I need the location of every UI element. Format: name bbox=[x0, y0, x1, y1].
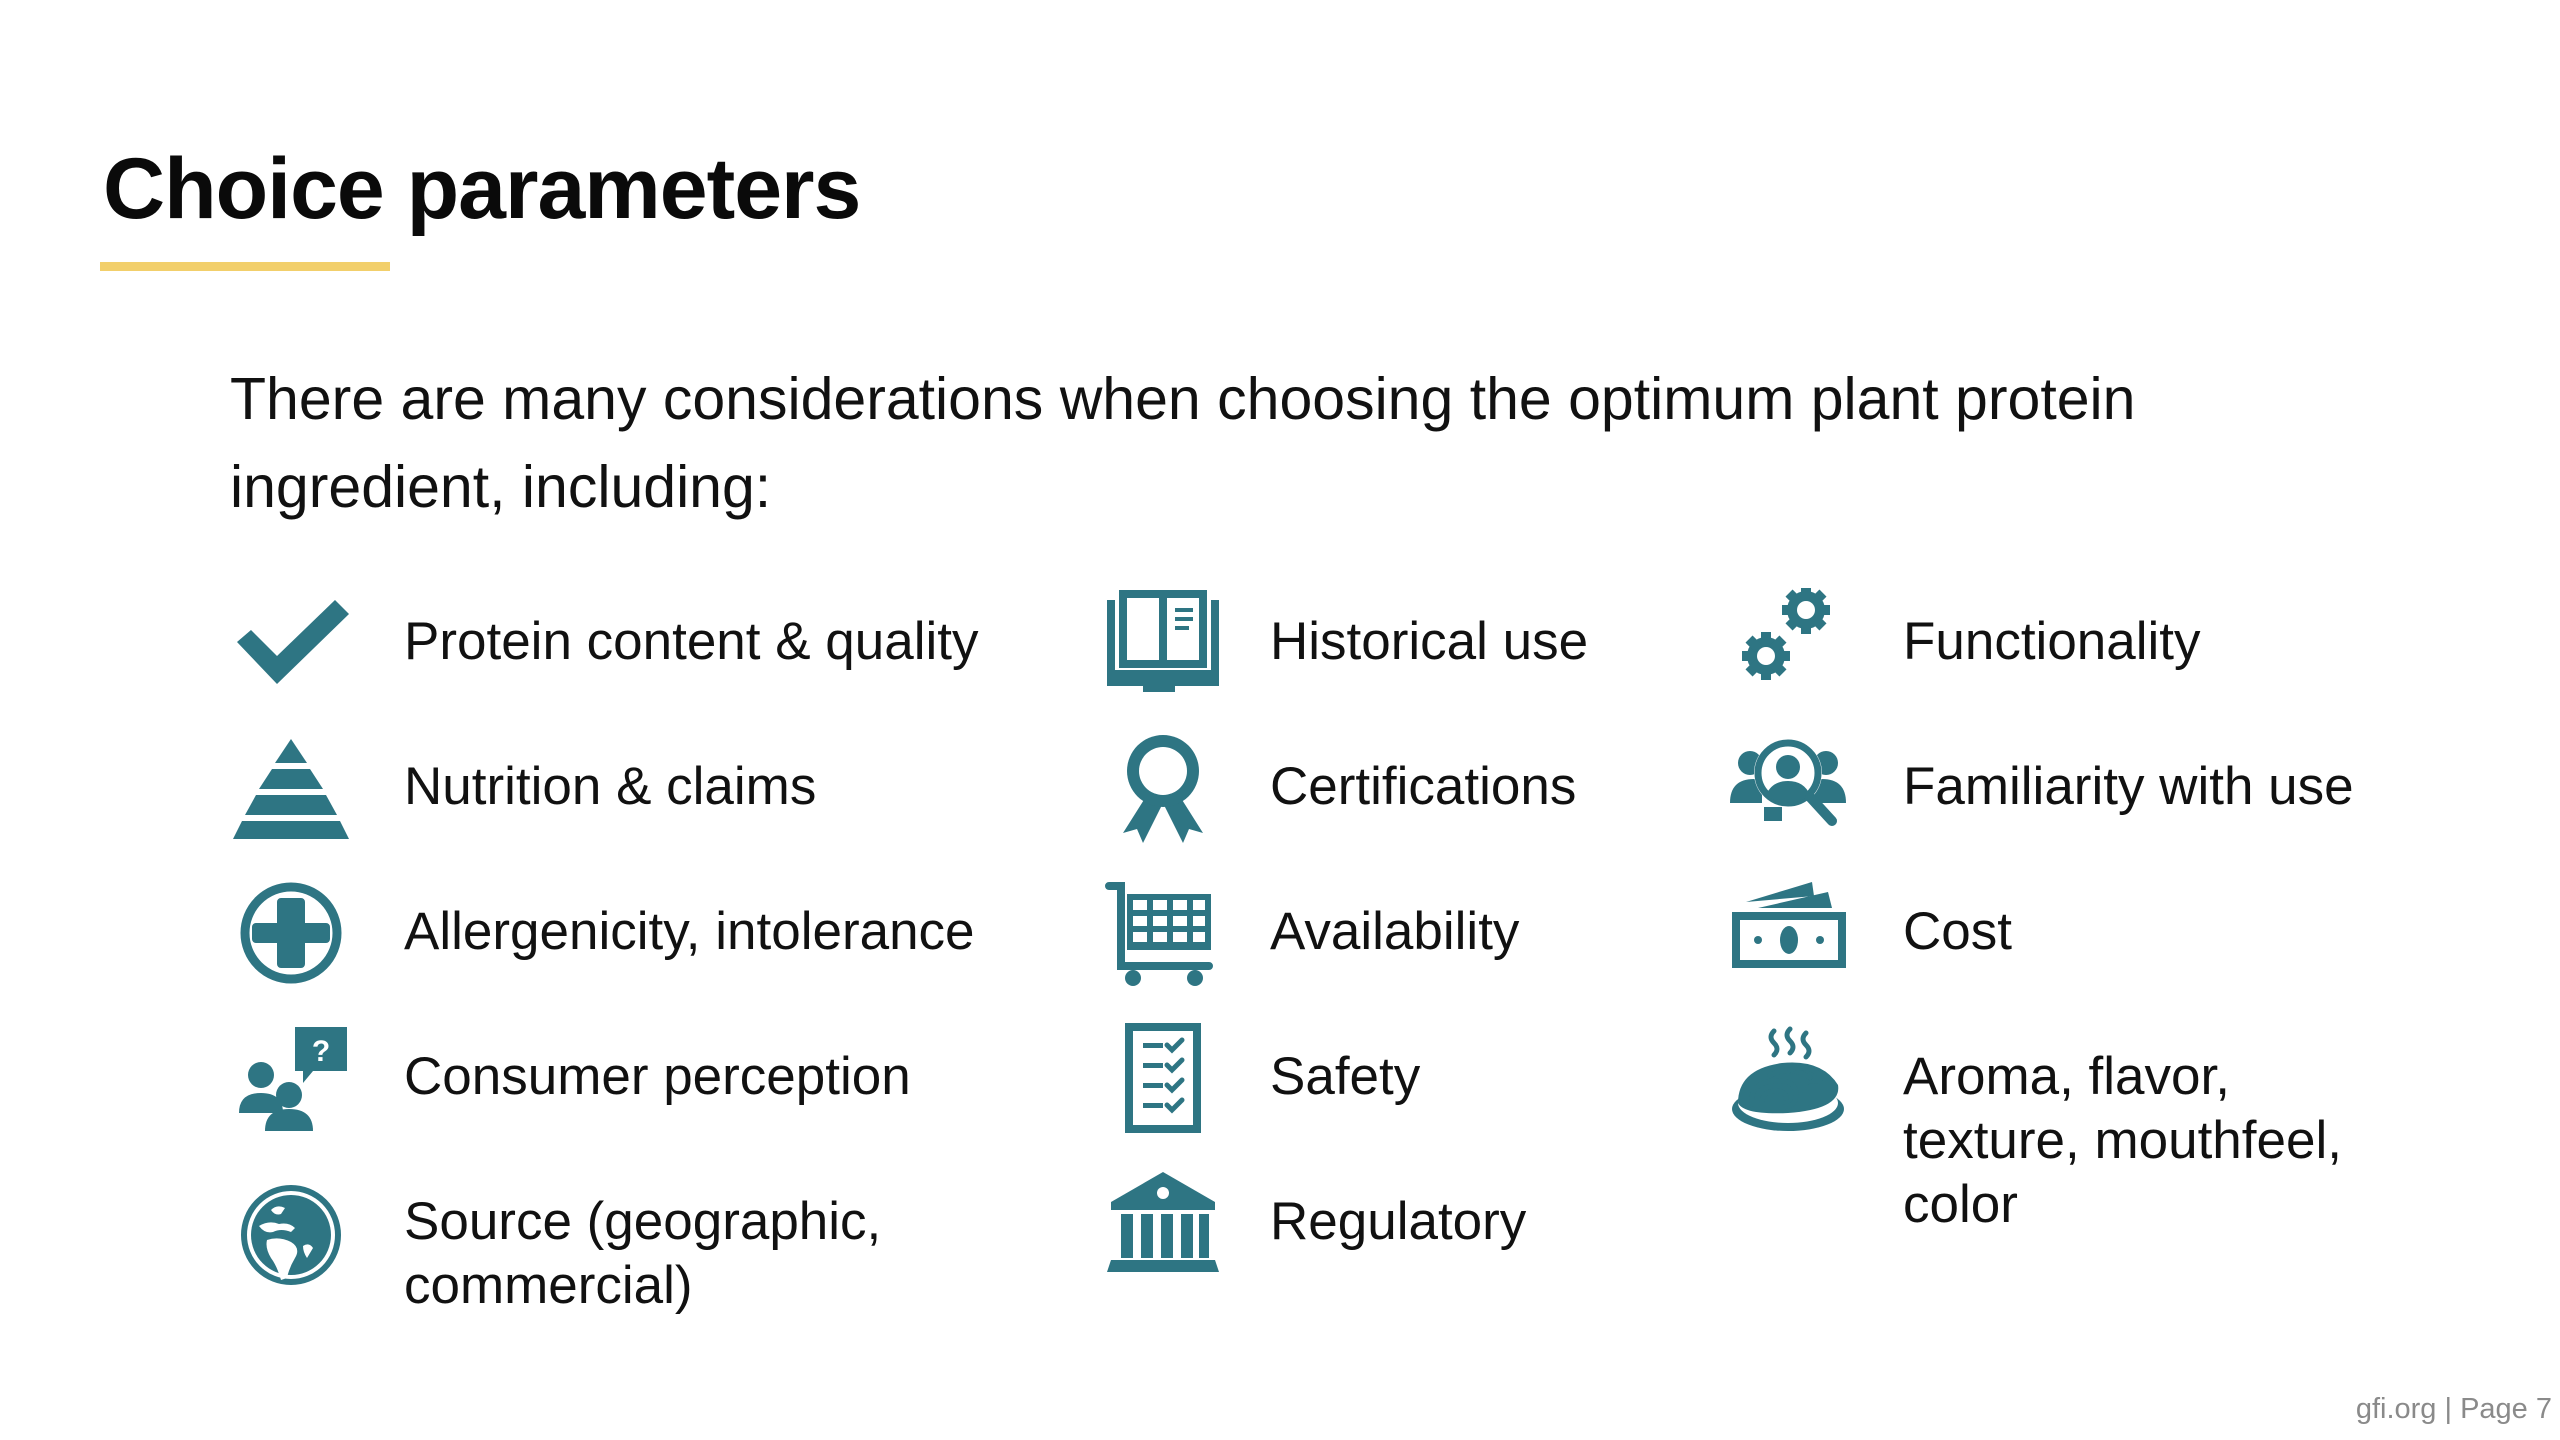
parameter-label: Aroma, flavor, texture, mouthfeel, color bbox=[1903, 1047, 2342, 1234]
parameters-grid: Protein content & quality Nutrition & cl… bbox=[0, 0, 2560, 1440]
steaming-food-icon bbox=[1725, 1025, 1851, 1135]
money-bills-icon bbox=[1725, 878, 1851, 988]
parameter-item: ? Consumer perception bbox=[228, 1027, 911, 1133]
parameter-label: Certifications bbox=[1270, 757, 1577, 816]
gears-icon bbox=[1725, 588, 1851, 698]
people-question-icon: ? bbox=[228, 1023, 354, 1133]
parameter-label: Safety bbox=[1270, 1047, 1421, 1106]
parameter-label: Availability bbox=[1270, 902, 1520, 961]
parameter-item: Availability bbox=[1100, 882, 1520, 988]
checklist-icon bbox=[1100, 1023, 1226, 1133]
parameter-label: Source (geographic, commercial) bbox=[404, 1192, 882, 1315]
parameter-label: Consumer perception bbox=[404, 1047, 911, 1106]
parameter-label: Functionality bbox=[1903, 612, 2201, 671]
parameter-label: Allergenicity, intolerance bbox=[404, 902, 975, 961]
parameter-item: Functionality bbox=[1725, 588, 2201, 698]
svg-text:?: ? bbox=[312, 1035, 330, 1068]
parameter-label: Nutrition & claims bbox=[404, 757, 817, 816]
parameter-label: Historical use bbox=[1270, 612, 1589, 671]
people-search-icon bbox=[1725, 733, 1851, 843]
open-book-icon bbox=[1100, 588, 1226, 698]
parameter-label: Familiarity with use bbox=[1903, 757, 2354, 816]
parameter-item: Allergenicity, intolerance bbox=[228, 882, 975, 988]
parameter-label: Cost bbox=[1903, 902, 2012, 961]
parameter-item: Source (geographic, commercial) bbox=[228, 1185, 882, 1318]
parameter-label: Protein content & quality bbox=[404, 612, 979, 671]
pyramid-icon bbox=[228, 733, 354, 843]
government-building-icon bbox=[1100, 1168, 1226, 1278]
award-ribbon-icon bbox=[1100, 733, 1226, 843]
medical-cross-icon bbox=[228, 878, 354, 988]
parameter-item: Historical use bbox=[1100, 590, 1589, 698]
parameter-item: Aroma, flavor, texture, mouthfeel, color bbox=[1725, 1026, 2342, 1237]
parameter-item: Safety bbox=[1100, 1023, 1421, 1133]
parameter-item: Nutrition & claims bbox=[228, 739, 817, 843]
parameter-item: Cost bbox=[1725, 882, 2012, 988]
shopping-cart-icon bbox=[1100, 878, 1226, 988]
parameter-item: Certifications bbox=[1100, 735, 1577, 843]
parameter-label: Regulatory bbox=[1270, 1192, 1527, 1251]
parameter-item: Protein content & quality bbox=[228, 600, 979, 698]
globe-icon bbox=[228, 1180, 354, 1290]
checkmark-icon bbox=[228, 588, 354, 698]
parameter-item: Regulatory bbox=[1100, 1172, 1527, 1278]
parameter-item: Familiarity with use bbox=[1725, 739, 2354, 843]
footer-page-info: gfi.org | Page 7 bbox=[2355, 1393, 2552, 1425]
